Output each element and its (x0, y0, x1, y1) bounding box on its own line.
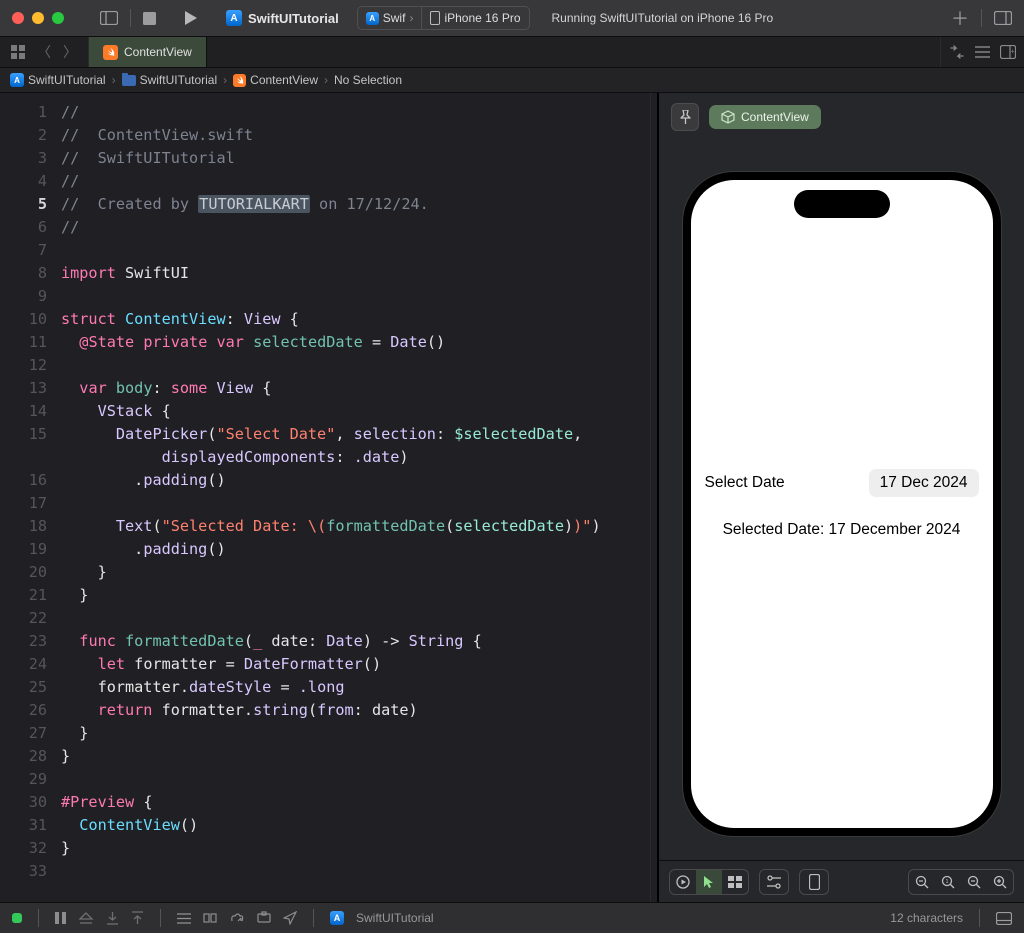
run-button[interactable] (184, 10, 198, 26)
step-over-icon[interactable] (78, 912, 94, 925)
breadcrumb-project[interactable]: SwiftUITutorial (28, 73, 106, 87)
dynamic-island (794, 190, 890, 218)
xcode-project-icon: A (226, 10, 242, 26)
device-settings-button[interactable] (759, 869, 789, 895)
stop-button[interactable] (143, 12, 156, 25)
breadcrumb-selection[interactable]: No Selection (334, 73, 402, 87)
scheme-name: Swif (383, 11, 406, 25)
device-name: iPhone 16 Pro (444, 11, 520, 25)
datepicker-row: Select Date 17 Dec 2024 (705, 469, 979, 497)
titlebar: A SwiftUITutorial A Swif › iPhone 16 Pro… (0, 0, 1024, 37)
preview-canvas: Select Date 17 Dec 2024 Selected Date: 1… (659, 141, 1024, 860)
tab-bar: 〈 〉 ContentView + (0, 37, 1024, 68)
swift-file-icon (233, 74, 246, 87)
minimap[interactable] (650, 93, 657, 902)
datepicker-value-button[interactable]: 17 Dec 2024 (869, 469, 979, 497)
folder-icon (122, 75, 136, 86)
zoom-fit-button[interactable] (961, 870, 987, 894)
svg-text:+: + (1011, 49, 1015, 56)
line-gutter: 123456789101112131415 161718192021222324… (0, 93, 59, 902)
editor-options-icon[interactable] (975, 46, 990, 58)
step-out-icon[interactable] (131, 911, 144, 925)
run-indicator[interactable] (12, 913, 22, 923)
variants-button[interactable] (722, 870, 748, 894)
code-editor[interactable]: 123456789101112131415 161718192021222324… (0, 93, 658, 902)
code-area[interactable]: // // ContentView.swift // SwiftUITutori… (59, 93, 650, 902)
debug-view-icon[interactable] (177, 913, 191, 924)
project-title-label: SwiftUITutorial (248, 11, 339, 26)
fullscreen-window-button[interactable] (52, 12, 64, 24)
add-button[interactable]: ＋ (951, 5, 969, 31)
app-icon: A (330, 911, 344, 925)
cursor-selection: TUTORIALKART (198, 195, 310, 213)
phone-screen[interactable]: Select Date 17 Dec 2024 Selected Date: 1… (691, 180, 993, 828)
live-preview-button[interactable] (670, 870, 696, 894)
preview-panel: ContentView Select Date 17 Dec 2024 Sele… (658, 93, 1024, 902)
preview-mode-group (669, 869, 749, 895)
minimize-window-button[interactable] (32, 12, 44, 24)
main-split: 123456789101112131415 161718192021222324… (0, 93, 1024, 902)
cube-icon (721, 110, 735, 124)
close-window-button[interactable] (12, 12, 24, 24)
zoom-out-button[interactable] (909, 870, 935, 894)
zoom-in-button[interactable] (987, 870, 1013, 894)
nav-forward-button[interactable]: 〉 (60, 40, 80, 64)
bottom-status-bar: A SwiftUITutorial 12 characters (0, 902, 1024, 933)
preview-footer: 1 (659, 860, 1024, 902)
device-icon (430, 11, 440, 25)
related-items-icon[interactable] (8, 43, 28, 61)
chevron-icon: › (324, 73, 328, 87)
app-icon: A (366, 12, 379, 25)
preview-target-chip[interactable]: ContentView (709, 105, 821, 129)
project-icon: A (10, 73, 24, 87)
preview-target-label: ContentView (741, 110, 809, 124)
phone-frame: Select Date 17 Dec 2024 Selected Date: 1… (683, 172, 1001, 836)
character-count: 12 characters (890, 911, 963, 925)
breadcrumb-folder[interactable]: SwiftUITutorial (140, 73, 218, 87)
window-traffic-lights (12, 12, 64, 24)
breadcrumb-file[interactable]: ContentView (250, 73, 318, 87)
scheme-selector[interactable]: A Swif › iPhone 16 Pro (357, 6, 530, 30)
add-editor-icon[interactable]: + (1000, 45, 1016, 59)
pin-preview-button[interactable] (671, 103, 699, 131)
step-into-icon[interactable] (106, 911, 119, 925)
debug-area-toggle-icon[interactable] (996, 912, 1012, 925)
simulate-location-icon[interactable] (257, 911, 271, 925)
chevron-icon: › (223, 73, 227, 87)
selectable-preview-button[interactable] (696, 870, 722, 894)
adjust-editor-icon[interactable] (949, 45, 965, 59)
library-toggle-icon[interactable] (994, 11, 1012, 25)
bottom-project-label: SwiftUITutorial (356, 911, 434, 925)
pause-debug-icon[interactable] (55, 912, 66, 924)
build-status-text: Running SwiftUITutorial on iPhone 16 Pro (552, 11, 774, 25)
zoom-group: 1 (908, 869, 1014, 895)
project-title[interactable]: A SwiftUITutorial (226, 10, 339, 26)
chevron-icon: › (112, 73, 116, 87)
location-icon[interactable] (283, 911, 297, 925)
breadcrumb: A SwiftUITutorial › SwiftUITutorial › Co… (0, 68, 1024, 93)
environment-icon[interactable] (229, 913, 245, 923)
chevron-right-icon: › (409, 11, 413, 25)
selected-date-text: Selected Date: 17 December 2024 (723, 521, 961, 539)
zoom-actual-button[interactable]: 1 (935, 870, 961, 894)
sidebar-toggle-icon[interactable] (100, 11, 118, 25)
preview-device-button[interactable] (799, 869, 829, 895)
memory-graph-icon[interactable] (203, 911, 217, 925)
nav-back-button[interactable]: 〈 (34, 40, 54, 64)
preview-header: ContentView (659, 93, 1024, 141)
datepicker-label: Select Date (705, 474, 785, 492)
editor-tab-label: ContentView (124, 45, 192, 59)
editor-tab-contentview[interactable]: ContentView (89, 37, 207, 67)
swift-file-icon (103, 45, 118, 60)
svg-text:1: 1 (945, 879, 948, 885)
